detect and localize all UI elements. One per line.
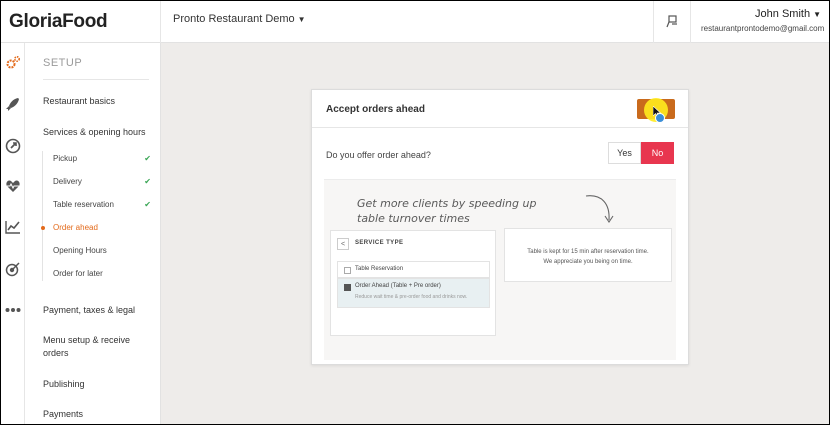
pushpin-icon (666, 15, 677, 28)
compass-icon[interactable] (1, 134, 25, 158)
card-title: Accept orders ahead (326, 104, 425, 115)
option-order-ahead: Order Ahead (Table + Pre order) Reduce w… (337, 278, 490, 308)
logo-text: GloriaFood (9, 11, 108, 32)
no-button[interactable]: No (641, 142, 674, 164)
reservation-info-preview: Table is kept for 15 min after reservati… (504, 228, 672, 282)
sidebar-item-menu-setup[interactable]: Menu setup & receive orders (43, 334, 143, 360)
sub-item-label: Order for later (53, 269, 103, 278)
service-type-preview: < SERVICE TYPE Table Reservation Order A… (330, 230, 496, 336)
checkbox (344, 267, 351, 274)
service-type-title: SERVICE TYPE (355, 240, 404, 246)
sidebar-sub-opening-hours[interactable]: Opening Hours (53, 246, 151, 255)
option-label: Table Reservation (355, 266, 404, 272)
sidebar-item-services[interactable]: Services & opening hours (43, 126, 146, 139)
sub-item-label: Table reservation (53, 200, 114, 209)
setup-sidebar: SETUP Restaurant basics Services & openi… (25, 43, 161, 424)
curved-arrow-icon (585, 195, 614, 223)
app-frame: GloriaFood Pronto Restaurant Demo ▼ John … (1, 1, 829, 424)
check-icon: ✔ (144, 177, 151, 186)
sidebar-item-restaurant-basics[interactable]: Restaurant basics (43, 95, 115, 108)
sub-item-label: Delivery (53, 177, 82, 186)
user-menu[interactable]: John Smith ▼ restaurantprontodemo@gmail.c… (701, 8, 825, 33)
sidebar-item-payments[interactable]: Payments (43, 408, 83, 421)
check-icon: ✔ (144, 154, 151, 163)
restaurant-name: Pronto Restaurant Demo (173, 13, 295, 25)
icon-rail (1, 43, 25, 424)
restaurant-dropdown[interactable]: Pronto Restaurant Demo ▼ (173, 13, 306, 25)
sub-item-label: Pickup (53, 154, 78, 163)
sidebar-sub-delivery[interactable]: Delivery ✔ (53, 177, 151, 186)
divider (43, 79, 149, 80)
option-label: Order Ahead (Table + Pre order) (355, 283, 441, 289)
promo-line: Get more clients by speeding up (357, 197, 537, 210)
target-icon[interactable] (1, 257, 25, 281)
pin-button[interactable] (653, 1, 691, 43)
line-chart-icon[interactable] (1, 215, 25, 239)
checkbox-checked (344, 284, 351, 291)
gears-icon[interactable] (1, 51, 25, 75)
back-chevron-icon: < (337, 238, 349, 250)
sub-item-label: Order ahead (53, 223, 98, 232)
promo-line: table turnover times (357, 212, 470, 225)
check-icon: ✔ (144, 200, 151, 209)
top-bar: GloriaFood Pronto Restaurant Demo ▼ John … (1, 1, 829, 43)
info-text: Table is kept for 15 min after reservati… (505, 247, 671, 267)
user-email: restaurantprontodemo@gmail.com (701, 24, 825, 33)
more-dots-icon[interactable] (1, 298, 25, 322)
logo[interactable]: GloriaFood (1, 1, 161, 43)
sidebar-sub-order-for-later[interactable]: Order for later (53, 269, 151, 278)
sub-item-label: Opening Hours (53, 246, 107, 255)
card-header: Accept orders ahead (312, 90, 688, 128)
promo-text: Get more clients by speeding up table tu… (357, 196, 536, 226)
globe-icon (655, 113, 665, 123)
caret-down-icon: ▼ (813, 10, 821, 19)
info-line: Table is kept for 15 min after reservati… (527, 249, 649, 255)
active-indicator (41, 226, 45, 230)
sidebar-sub-order-ahead[interactable]: Order ahead (53, 223, 151, 232)
user-name: John Smith (755, 8, 811, 20)
sub-nav-line (42, 151, 43, 281)
order-ahead-card: Accept orders ahead Do you offer order a… (311, 89, 689, 365)
yes-no-toggle: Yes No (608, 142, 674, 164)
setup-label: SETUP (43, 57, 83, 69)
order-ahead-question: Do you offer order ahead? (326, 150, 431, 160)
rocket-icon[interactable] (1, 92, 25, 116)
yes-button[interactable]: Yes (608, 142, 641, 164)
sidebar-sub-table-reservation[interactable]: Table reservation ✔ (53, 200, 151, 209)
option-description: Reduce wait time & pre-order food and dr… (355, 294, 468, 300)
option-table-reservation: Table Reservation (337, 261, 490, 278)
sidebar-sub-pickup[interactable]: Pickup ✔ (53, 154, 151, 163)
heart-pulse-icon[interactable] (1, 174, 25, 198)
info-line: We appreciate you being on time. (543, 259, 633, 265)
sidebar-item-payment-taxes[interactable]: Payment, taxes & legal (43, 304, 135, 317)
caret-down-icon: ▼ (297, 15, 306, 24)
sidebar-item-publishing[interactable]: Publishing (43, 378, 85, 391)
